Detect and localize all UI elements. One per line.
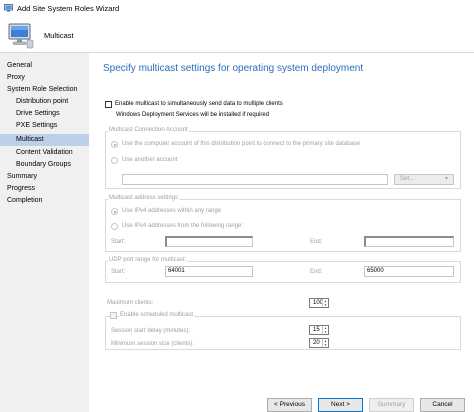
dropdown-arrow-icon: ▼ — [444, 176, 449, 182]
account-input[interactable] — [122, 174, 388, 185]
summary-button[interactable]: Summary — [369, 398, 414, 412]
nav-item-progress[interactable]: Progress — [0, 183, 89, 195]
set-account-label: Set... — [400, 176, 415, 182]
min-session-size-label: Minimum session size (clients): — [111, 341, 195, 347]
following-range-radio[interactable] — [111, 223, 118, 230]
scheduled-multicast-label: Enable scheduled multicast — [119, 312, 195, 318]
wds-install-note: Windows Deployment Services will be inst… — [116, 112, 270, 118]
udp-port-legend: UDP port range for multicast: — [108, 257, 188, 263]
nav-item-boundary-groups[interactable]: Boundary Groups — [0, 159, 89, 171]
spinner-arrows-icon[interactable]: ▲ ▼ — [322, 339, 328, 347]
nav-item-drive-settings[interactable]: Drive Settings — [0, 108, 89, 120]
nav-item-distribution-point[interactable]: Distribution point — [0, 96, 89, 108]
any-range-radio[interactable] — [111, 208, 118, 215]
scheduled-multicast-checkbox[interactable] — [110, 312, 117, 319]
nav-item-content-validation[interactable]: Content Validation — [0, 147, 89, 159]
spinner-arrows-icon[interactable]: ▲ ▼ — [322, 299, 328, 307]
address-start-input[interactable] — [165, 236, 253, 247]
page-name: Multicast — [44, 31, 74, 40]
following-range-label: Use IPv4 addresses from the following ra… — [122, 223, 244, 229]
address-end-label: End: — [310, 239, 323, 245]
computer-account-label: Use the computer account of this distrib… — [122, 141, 361, 147]
nav-item-system-role-selection[interactable]: System Role Selection — [0, 84, 89, 96]
computer-account-radio[interactable] — [111, 141, 118, 148]
session-delay-value: 15 — [313, 327, 320, 333]
max-clients-spinner[interactable]: 100 ▲ ▼ — [309, 298, 329, 308]
nav-item-multicast[interactable]: Multicast — [0, 134, 89, 146]
page-heading: Specify multicast settings for operating… — [103, 63, 364, 74]
session-delay-label: Session start delay (minutes): — [111, 328, 191, 334]
next-button[interactable]: Next > — [318, 398, 363, 412]
nav-item-completion[interactable]: Completion — [0, 195, 89, 207]
nav-item-proxy[interactable]: Proxy — [0, 72, 89, 84]
wizard-header: Multicast — [0, 17, 474, 52]
min-session-size-value: 20 — [313, 340, 320, 346]
min-session-size-spinner[interactable]: 20 ▲ ▼ — [309, 338, 329, 348]
window-title: Add Site System Roles Wizard — [17, 4, 120, 13]
title-bar: Add Site System Roles Wizard — [0, 0, 474, 17]
spinner-arrows-icon[interactable]: ▲ ▼ — [322, 326, 328, 334]
address-settings-legend: Multicast address settings — [108, 195, 180, 201]
nav-item-pxe-settings[interactable]: PXE Settings — [0, 120, 89, 132]
address-end-input[interactable] — [364, 236, 454, 247]
udp-start-label: Start: — [111, 269, 126, 275]
udp-end-label: End: — [310, 269, 323, 275]
udp-start-input[interactable]: 64001 — [165, 266, 253, 277]
enable-multicast-label: Enable multicast to simultaneously send … — [115, 101, 283, 107]
main-panel: Specify multicast settings for operating… — [89, 53, 474, 412]
other-account-radio[interactable] — [111, 157, 118, 164]
udp-end-input[interactable]: 65000 — [364, 266, 454, 277]
computer-icon — [8, 23, 34, 49]
nav-item-summary[interactable]: Summary — [0, 171, 89, 183]
connection-account-legend: Multicast Connection Account — [108, 127, 189, 133]
other-account-label: Use another account — [122, 157, 178, 163]
cancel-button[interactable]: Cancel — [420, 398, 465, 412]
set-account-button[interactable]: Set... ▼ — [394, 174, 454, 185]
enable-multicast-checkbox[interactable] — [105, 101, 112, 108]
wizard-app-icon — [4, 4, 13, 12]
max-clients-label: Maximum clients: — [107, 300, 154, 306]
address-start-label: Start: — [111, 239, 126, 245]
session-delay-spinner[interactable]: 15 ▲ ▼ — [309, 325, 329, 335]
nav-item-general[interactable]: General — [0, 60, 89, 72]
any-range-label: Use IPv4 addresses within any range — [122, 208, 222, 214]
wizard-nav: General Proxy System Role Selection Dist… — [0, 53, 89, 412]
previous-button[interactable]: < Previous — [267, 398, 312, 412]
